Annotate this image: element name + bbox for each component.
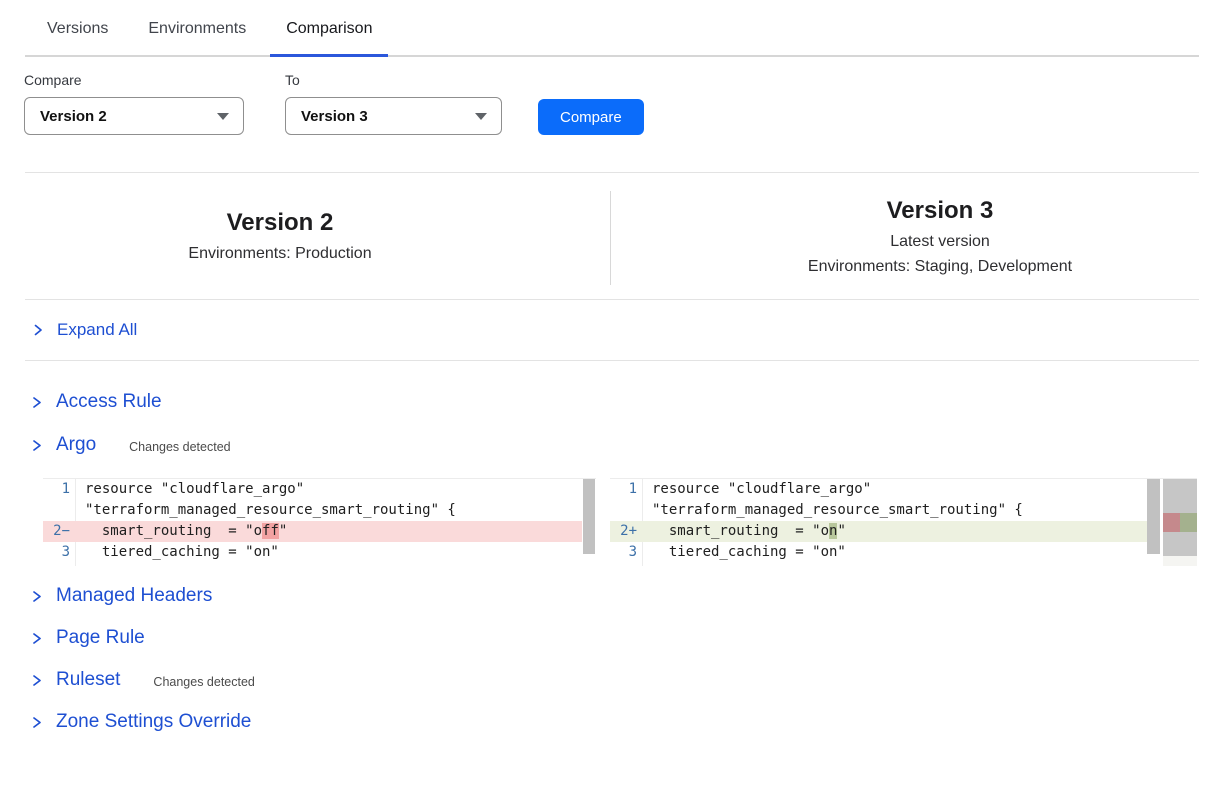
code-text: resource "cloudflare_argo"	[76, 479, 582, 500]
tab-comparison[interactable]: Comparison	[272, 18, 386, 55]
diff-left-panel: 1 resource "cloudflare_argo" "terraform_…	[43, 478, 596, 566]
diff-line: 1 resource "cloudflare_argo"	[43, 479, 582, 500]
to-select[interactable]: Version 3	[285, 97, 502, 135]
compare-field-label: Compare	[24, 72, 244, 88]
diff-line: 3 tiered_caching = "on"	[610, 542, 1147, 563]
diff-line: }	[43, 563, 582, 566]
code-pre: smart_routing = "o	[652, 523, 829, 539]
minimap-bottom	[1163, 556, 1197, 566]
line-number	[610, 500, 643, 521]
section-label: Argo	[56, 434, 96, 456]
diff-line: "terraform_managed_resource_smart_routin…	[610, 500, 1147, 521]
right-version-header: Version 3 Latest version Environments: S…	[656, 197, 1224, 276]
diff-line: }	[610, 563, 1147, 566]
chevron-right-icon	[30, 589, 43, 604]
chevron-right-icon	[30, 673, 43, 688]
section-zone-settings-override[interactable]: Zone Settings Override	[25, 709, 1224, 735]
section-label: Zone Settings Override	[56, 711, 251, 733]
minimap-deleted-marker	[1163, 513, 1180, 532]
right-version-latest: Latest version	[656, 232, 1224, 251]
compare-button[interactable]: Compare	[538, 99, 644, 135]
line-number	[610, 563, 643, 566]
deleted-text-highlight: ff	[262, 523, 279, 539]
compare-field: Compare Version 2	[24, 72, 244, 135]
section-label: Access Rule	[56, 391, 162, 413]
code-text: }	[76, 563, 582, 566]
section-argo[interactable]: Argo Changes detected	[25, 432, 1224, 458]
left-version-header: Version 2 Environments: Production	[25, 209, 535, 263]
scrollbar-thumb[interactable]	[583, 479, 595, 554]
section-label: Ruleset	[56, 669, 120, 691]
chevron-right-icon	[30, 438, 43, 453]
expand-all-button[interactable]: Expand All	[25, 300, 1199, 361]
compare-controls: Compare Version 2 To Version 3 Compare	[24, 72, 1224, 135]
diff-right-panel: 1 resource "cloudflare_argo" "terraform_…	[610, 478, 1197, 566]
code-text: resource "cloudflare_argo"	[643, 479, 1147, 500]
changes-badge: Changes detected	[153, 675, 254, 689]
section-page-rule[interactable]: Page Rule	[25, 625, 1224, 651]
diff-line: 1 resource "cloudflare_argo"	[610, 479, 1147, 500]
diff-line: "terraform_managed_resource_smart_routin…	[43, 500, 582, 521]
vertical-divider	[610, 191, 611, 285]
code-text: smart_routing = "off"	[76, 521, 582, 542]
to-field: To Version 3	[285, 72, 502, 135]
scrollbar[interactable]	[582, 479, 596, 566]
changes-badge: Changes detected	[129, 440, 230, 454]
line-number: 2−	[43, 521, 76, 542]
diff-right-code: 1 resource "cloudflare_argo" "terraform_…	[610, 479, 1147, 566]
diff-left-code: 1 resource "cloudflare_argo" "terraform_…	[43, 479, 582, 566]
version-headers: Version 2 Environments: Production Versi…	[25, 173, 1199, 300]
line-number: 1	[610, 479, 643, 500]
argo-diff: 1 resource "cloudflare_argo" "terraform_…	[25, 478, 1224, 566]
to-field-label: To	[285, 72, 502, 88]
tab-bar: Versions Environments Comparison	[25, 0, 1199, 57]
compare-select[interactable]: Version 2	[24, 97, 244, 135]
diff-line: 3 tiered_caching = "on"	[43, 542, 582, 563]
compare-select-value: Version 2	[40, 108, 107, 125]
code-pre: smart_routing = "o	[85, 523, 262, 539]
code-text: "terraform_managed_resource_smart_routin…	[76, 500, 582, 521]
line-number	[43, 563, 76, 566]
code-post: "	[837, 523, 845, 539]
scrollbar[interactable]	[1147, 479, 1160, 566]
section-ruleset[interactable]: Ruleset Changes detected	[25, 667, 1224, 693]
line-number	[43, 500, 76, 521]
chevron-down-icon	[475, 113, 487, 120]
line-number: 3	[610, 542, 643, 563]
code-post: "	[279, 523, 287, 539]
left-version-title: Version 2	[25, 209, 535, 237]
expand-all-label: Expand All	[57, 320, 137, 340]
chevron-right-icon	[30, 395, 43, 410]
scrollbar-thumb[interactable]	[1147, 479, 1160, 554]
section-label: Managed Headers	[56, 585, 212, 607]
chevron-right-icon	[30, 631, 43, 646]
tab-versions[interactable]: Versions	[33, 18, 122, 55]
code-text: "terraform_managed_resource_smart_routin…	[643, 500, 1147, 521]
code-text: tiered_caching = "on"	[76, 542, 582, 563]
diff-line-added: 2+ smart_routing = "on"	[610, 521, 1147, 542]
left-version-environments: Environments: Production	[25, 244, 535, 263]
right-version-title: Version 3	[656, 197, 1224, 225]
section-managed-headers[interactable]: Managed Headers	[25, 583, 1224, 609]
line-number: 2+	[610, 521, 643, 542]
chevron-right-icon	[30, 715, 43, 730]
to-select-value: Version 3	[301, 108, 368, 125]
section-label: Page Rule	[56, 627, 145, 649]
diff-overview-minimap[interactable]	[1163, 479, 1197, 566]
minimap-added-marker	[1180, 513, 1197, 532]
right-version-environments: Environments: Staging, Development	[656, 257, 1224, 276]
line-number: 1	[43, 479, 76, 500]
code-text: smart_routing = "on"	[643, 521, 1147, 542]
tab-environments[interactable]: Environments	[134, 18, 260, 55]
code-text: tiered_caching = "on"	[643, 542, 1147, 563]
chevron-down-icon	[217, 113, 229, 120]
code-text: }	[643, 563, 1147, 566]
chevron-right-icon	[32, 323, 44, 337]
diff-line-deleted: 2− smart_routing = "off"	[43, 521, 582, 542]
section-access-rule[interactable]: Access Rule	[25, 389, 1224, 415]
line-number: 3	[43, 542, 76, 563]
sections-list: Access Rule Argo Changes detected 1 reso…	[25, 389, 1224, 735]
